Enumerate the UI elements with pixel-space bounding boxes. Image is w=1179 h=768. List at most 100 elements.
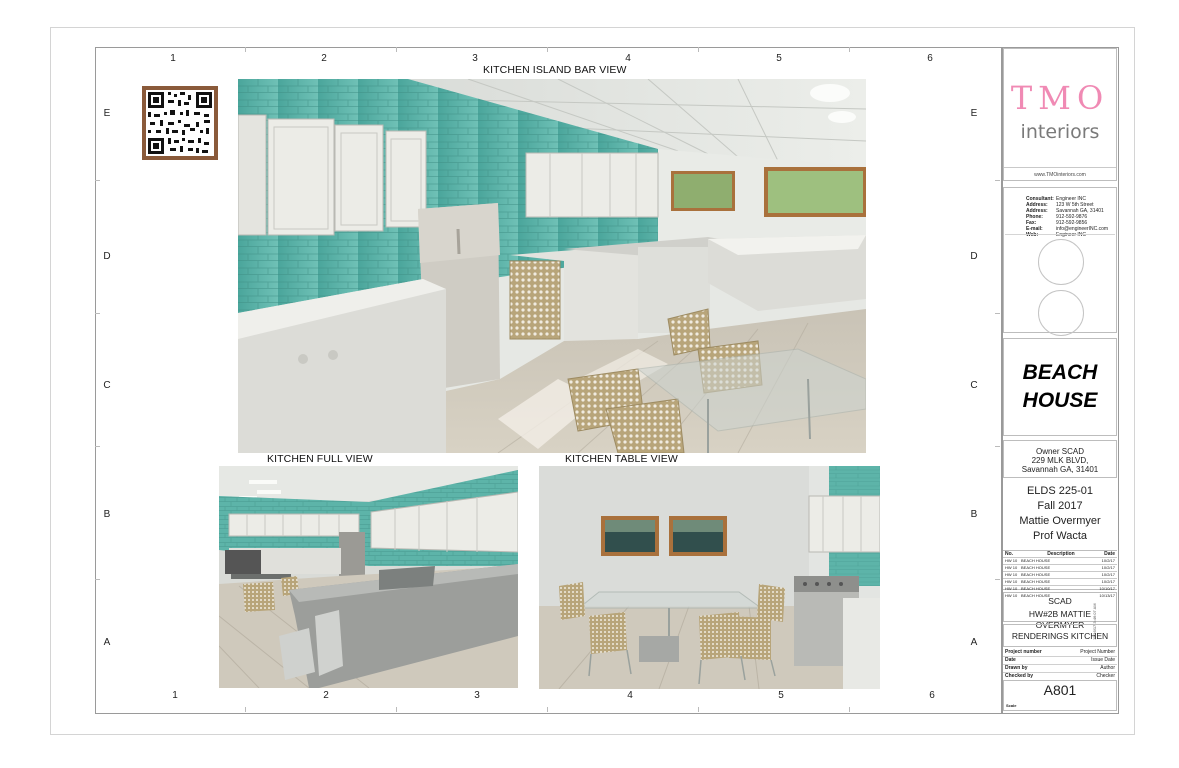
meta-label: Date: [1005, 657, 1016, 663]
revision-no: HW 10: [1005, 579, 1018, 584]
sheet-number-panel: A801 Scale: [1003, 680, 1117, 711]
meta-value: Issue Date: [1091, 657, 1115, 663]
logo-panel: TMO interiors www.TMOinteriors.com: [1003, 48, 1117, 181]
course-code: ELDS 225-01: [1026, 485, 1094, 497]
consultant-panel: Consultant: Engineer INC Address: 123 W 5t…: [1003, 187, 1117, 336]
professor-name: Prof Wacta: [1033, 530, 1087, 542]
grid-tick: [95, 180, 100, 181]
project-name-line1: BEACH: [1022, 361, 1098, 384]
revision-desc: BEACH HOUSE: [1021, 572, 1051, 577]
qr-code-pattern: [146, 90, 214, 156]
revision-desc: BEACH HOUSE: [1021, 558, 1051, 563]
owner-panel: Owner SCAD 229 MLK BLVD, Savannah GA, 31…: [1003, 440, 1117, 478]
meta-label: Project number: [1005, 649, 1042, 655]
meta-label: Checked by: [1005, 673, 1034, 679]
grid-tick: [547, 707, 548, 712]
grid-tick: [995, 446, 1000, 447]
grid-tick: [547, 47, 548, 52]
revision-table: No. Description Date HW 10 BEACH HOUSE 10/…: [1003, 550, 1117, 598]
stamp-circle: [1038, 290, 1084, 336]
school-name: SCAD: [1048, 596, 1072, 606]
student-name: Mattie Overmyer: [1019, 515, 1101, 527]
grid-tick: [995, 180, 1000, 181]
course-term: Fall 2017: [1037, 500, 1083, 512]
logo-sub: interiors: [1020, 121, 1100, 143]
meta-table: Project number Project Number Date Issue D…: [1003, 649, 1117, 679]
render-island-bar-view[interactable]: [238, 79, 866, 453]
grid-row-label: C: [103, 380, 111, 391]
render-kitchen-table-view[interactable]: [539, 466, 880, 689]
view-title-table: KITCHEN TABLE VIEW: [565, 453, 678, 465]
grid-col-label: 2: [323, 690, 329, 701]
sheet-name: RENDERINGS KITCHEN: [1011, 631, 1109, 641]
owner-line3: Savannah GA, 31401: [1021, 465, 1099, 474]
revision-date: 10/2/17: [1101, 572, 1115, 577]
grid-row-label: C: [970, 380, 978, 391]
grid-tick: [95, 579, 100, 580]
grid-col-label: 6: [927, 53, 933, 64]
grid-tick: [245, 707, 246, 712]
grid-col-label: 5: [778, 690, 784, 701]
sheet-name-panel: RENDERINGS KITCHEN: [1003, 624, 1117, 647]
sheet-number: A801: [1043, 682, 1077, 698]
view-title-full: KITCHEN FULL VIEW: [267, 453, 373, 465]
grid-col-label: 5: [776, 53, 782, 64]
grid-tick: [95, 313, 100, 314]
grid-tick: [396, 707, 397, 712]
grid-row-label: D: [970, 251, 978, 262]
owner-line1: Owner SCAD: [1035, 447, 1084, 456]
meta-row: Checked by Checker: [1003, 673, 1117, 680]
grid-tick: [995, 313, 1000, 314]
revision-no: HW 10: [1005, 558, 1018, 563]
project-name-line2: HOUSE: [1022, 389, 1098, 412]
revision-header-desc: Description: [1047, 551, 1075, 557]
logo-divider: [1004, 167, 1116, 168]
revision-row: HW 10 BEACH HOUSE 10/2/17: [1003, 572, 1117, 579]
render-kitchen-full-view[interactable]: [219, 466, 518, 688]
revision-header-row: No. Description Date: [1003, 551, 1117, 558]
grid-col-label: 3: [472, 53, 478, 64]
meta-value: Checker: [1096, 673, 1115, 679]
grid-tick: [396, 47, 397, 52]
meta-value: Project Number: [1080, 649, 1115, 655]
grid-row-label: A: [103, 637, 111, 648]
grid-tick: [95, 446, 100, 447]
revision-header-date: Date: [1104, 551, 1115, 557]
student-info-panel: ELDS 225-01 Fall 2017 Mattie Overmyer Pr…: [1003, 481, 1117, 549]
school-panel: SCAD HW#2B MATTIE OVERMYER: [1003, 592, 1117, 630]
grid-row-label: B: [103, 509, 111, 520]
grid-tick: [849, 707, 850, 712]
consultant-divider: [1005, 234, 1115, 235]
full-view-scene: [219, 466, 518, 688]
print-timestamp: 11/16/17 3:46:07 AM: [1092, 603, 1097, 640]
grid-col-label: 4: [627, 690, 633, 701]
revision-date: 10/2/17: [1101, 565, 1115, 570]
grid-tick: [849, 47, 850, 52]
grid-col-label: 1: [170, 53, 176, 64]
consultant-row: Web: Engineer INC: [1026, 232, 1114, 238]
grid-tick: [245, 47, 246, 52]
grid-row-label: A: [970, 637, 978, 648]
grid-col-label: 4: [625, 53, 631, 64]
revision-date: 10/2/17: [1101, 558, 1115, 563]
grid-row-label: D: [103, 251, 111, 262]
stamp-circle: [1038, 239, 1084, 285]
meta-label: Drawn by: [1005, 665, 1028, 671]
grid-row-label: E: [970, 108, 978, 119]
owner-line2: 229 MLK BLVD,: [1031, 456, 1089, 465]
grid-col-label: 2: [321, 53, 327, 64]
consultant-info: Consultant: Engineer INC Address: 123 W 5t…: [1026, 196, 1114, 238]
revision-desc: BEACH HOUSE: [1021, 579, 1051, 584]
project-name-panel: BEACH HOUSE: [1003, 338, 1117, 436]
qr-code[interactable]: [142, 86, 218, 160]
grid-col-label: 1: [172, 690, 178, 701]
grid-col-label: 6: [929, 690, 935, 701]
grid-row-label: B: [970, 509, 978, 520]
meta-row: Date Issue Date: [1003, 657, 1117, 665]
revision-desc: BEACH HOUSE: [1021, 565, 1051, 570]
logo-url[interactable]: www.TMOinteriors.com: [1004, 172, 1116, 178]
logo-brand: TMO: [1010, 79, 1110, 117]
revision-header-no: No.: [1005, 551, 1014, 557]
view-title-island: KITCHEN ISLAND BAR VIEW: [483, 64, 627, 76]
scale-label: Scale: [1006, 703, 1017, 708]
